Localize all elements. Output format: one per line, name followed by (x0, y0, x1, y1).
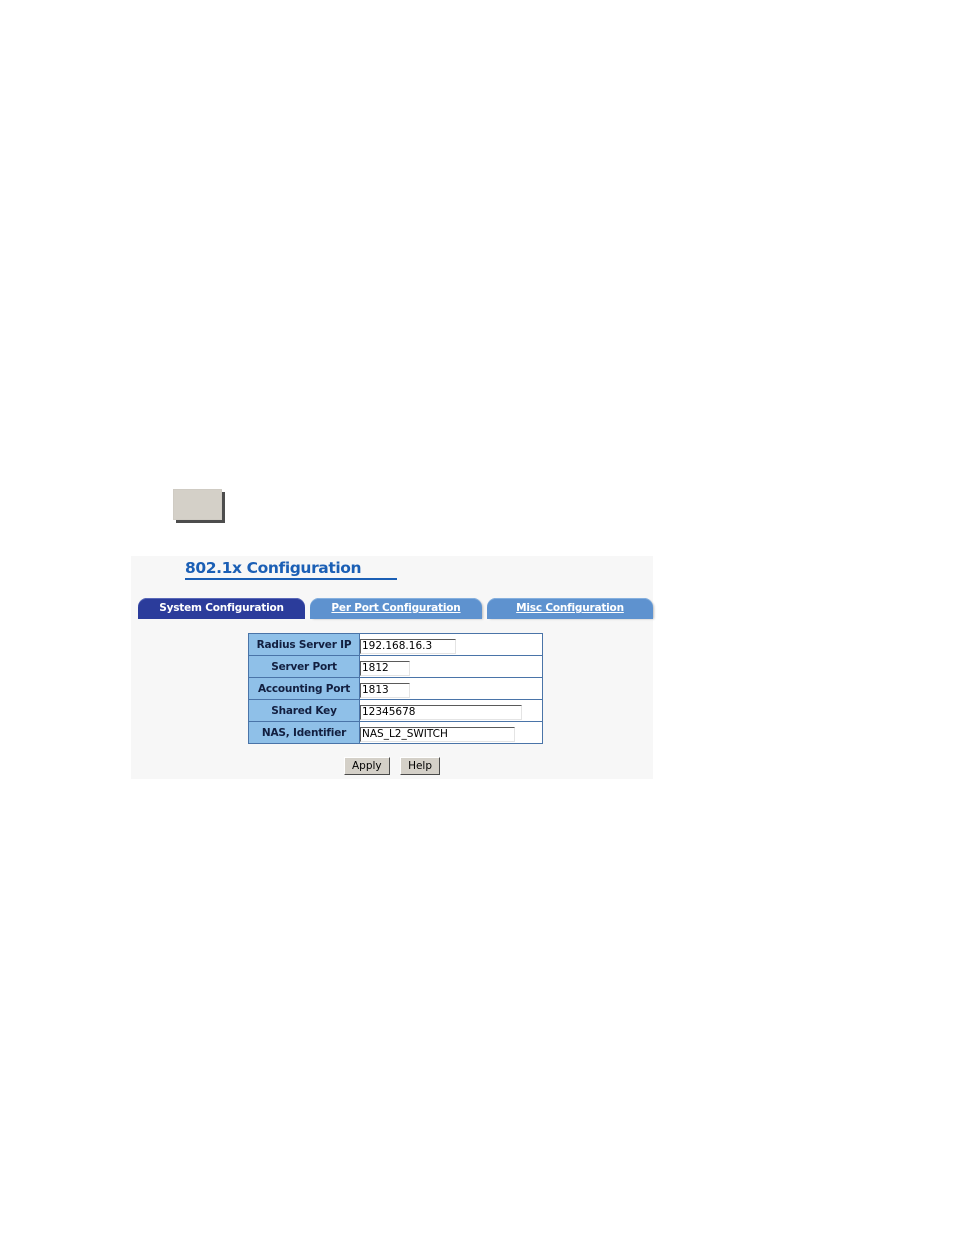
tab-strip: System Configuration Per Port Configurat… (138, 598, 653, 619)
server-port-input[interactable] (360, 660, 410, 676)
table-row: Accounting Port (248, 677, 543, 700)
page-title-text: 802.1x Configuration (185, 559, 362, 577)
radius-server-ip-input[interactable] (360, 638, 456, 654)
apply-button[interactable]: Apply (343, 757, 390, 775)
help-button[interactable]: Help (400, 757, 441, 775)
tab-system-configuration[interactable]: System Configuration (138, 598, 305, 619)
tab-misc-configuration-label: Misc Configuration (516, 602, 624, 614)
tab-misc-configuration[interactable]: Misc Configuration (487, 598, 653, 619)
empty-image-placeholder (173, 489, 222, 520)
tab-system-configuration-label: System Configuration (159, 602, 284, 614)
accounting-port-input[interactable] (360, 682, 410, 698)
config-panel: 802.1x Configuration System Configuratio… (131, 556, 653, 779)
shared-key-cell (359, 699, 543, 722)
nas-identifier-input[interactable] (360, 726, 515, 742)
server-port-label: Server Port (248, 655, 360, 678)
table-row: Shared Key (248, 699, 543, 722)
accounting-port-cell (359, 677, 543, 700)
page-title: 802.1x Configuration (185, 559, 411, 580)
table-row: Radius Server IP (248, 633, 543, 656)
server-port-cell (359, 655, 543, 678)
system-configuration-table: Radius Server IP Server Port Accounting … (248, 633, 543, 744)
nas-identifier-label: NAS, Identifier (248, 721, 360, 744)
table-row: Server Port (248, 655, 543, 678)
button-bar: Apply Help (131, 756, 653, 775)
radius-server-ip-label: Radius Server IP (248, 633, 360, 656)
nas-identifier-cell (359, 721, 543, 744)
accounting-port-label: Accounting Port (248, 677, 360, 700)
shared-key-input[interactable] (360, 704, 522, 720)
table-row: NAS, Identifier (248, 721, 543, 744)
title-underline-rule (185, 578, 397, 580)
tab-per-port-configuration-label: Per Port Configuration (331, 602, 461, 614)
tab-per-port-configuration[interactable]: Per Port Configuration (310, 598, 482, 619)
shared-key-label: Shared Key (248, 699, 360, 722)
radius-server-ip-cell (359, 633, 543, 656)
